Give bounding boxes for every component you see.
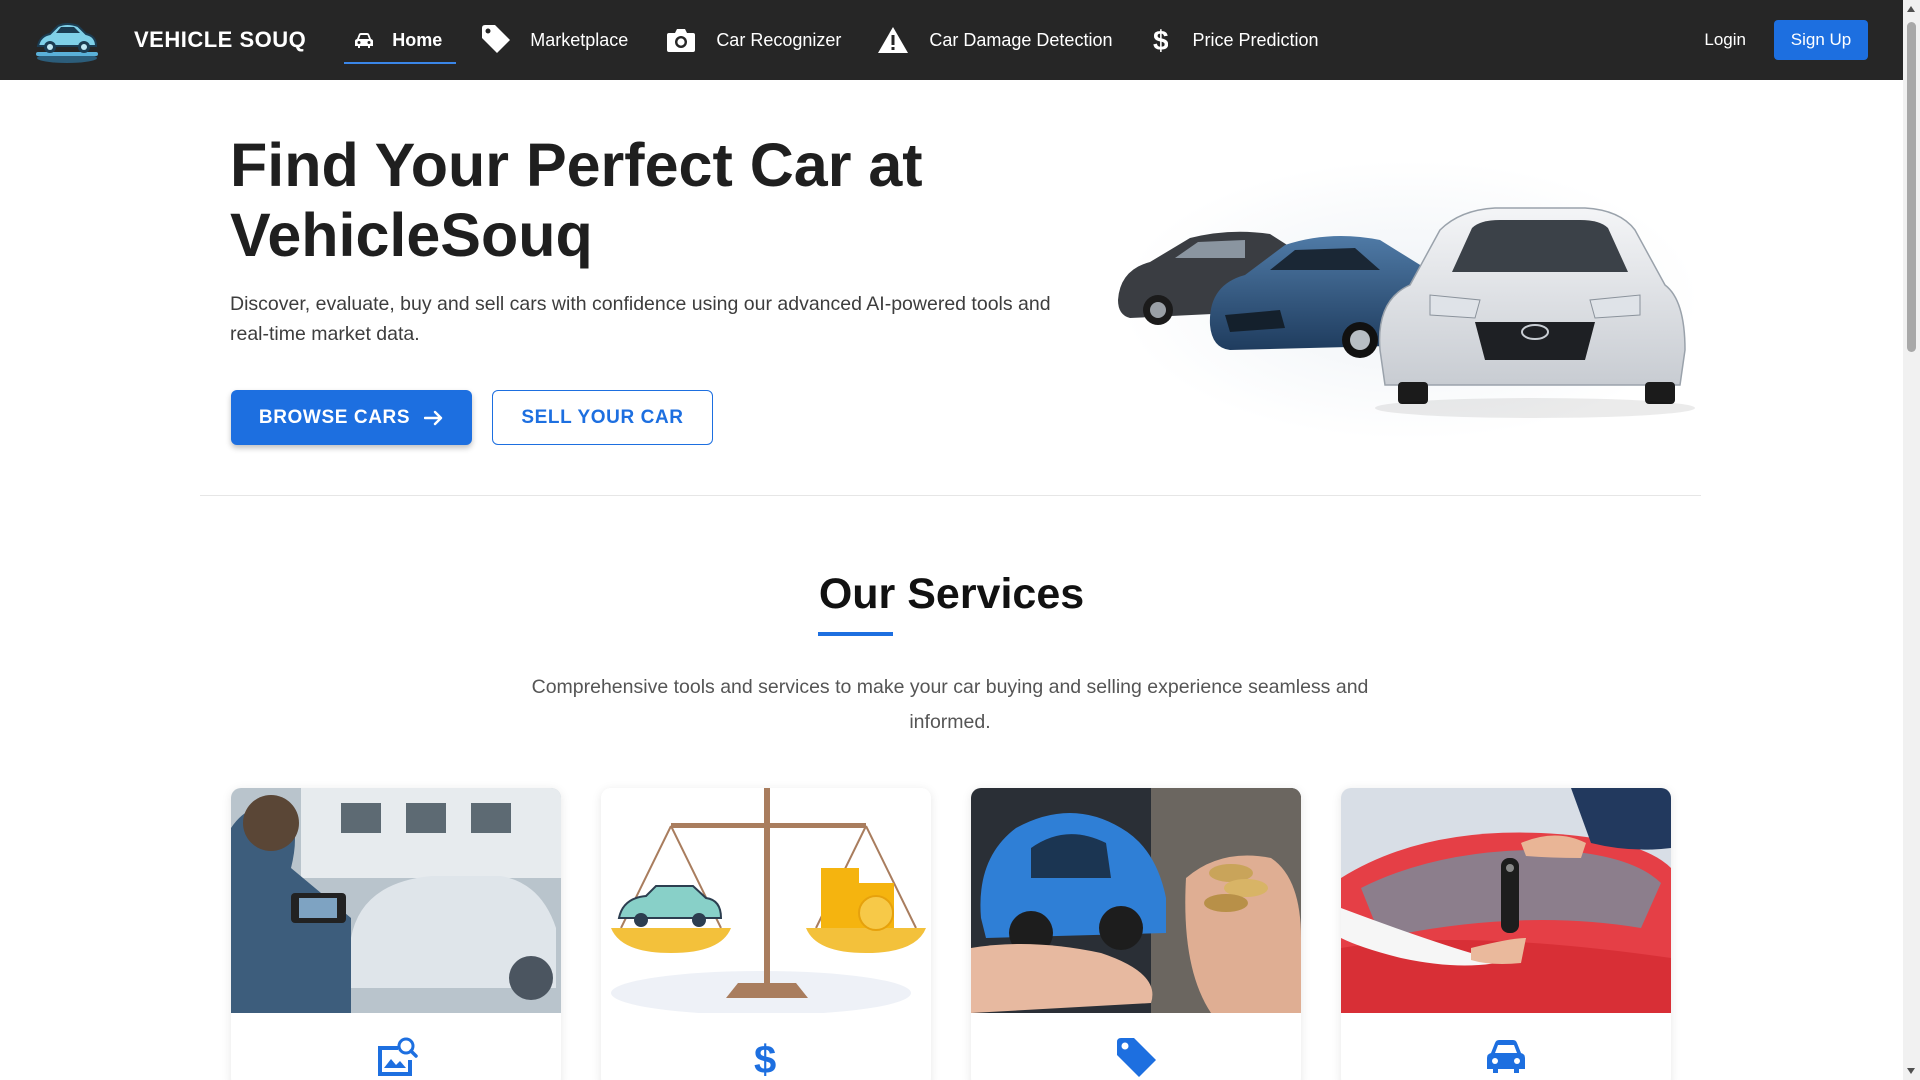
car-icon xyxy=(1487,1040,1525,1073)
dollar-icon: $ xyxy=(754,1038,776,1080)
image-search-icon xyxy=(378,1037,418,1076)
services-title: Our Services xyxy=(818,570,1085,618)
main-nav: Home Marketplace Car Recognizer Car Dama… xyxy=(344,0,1319,80)
dollar-icon: $ xyxy=(1152,25,1168,55)
nav-item-label: Car Recognizer xyxy=(716,29,842,50)
page-scrollbar[interactable] xyxy=(1903,0,1920,1080)
section-divider xyxy=(200,495,1701,496)
card-icon-wrap xyxy=(1341,1036,1671,1076)
svg-text:$: $ xyxy=(754,1038,776,1080)
service-card-price-prediction[interactable]: $ xyxy=(601,788,931,1080)
brand-name: VEHICLE SOUQ xyxy=(134,27,307,52)
service-card-marketplace[interactable] xyxy=(971,788,1301,1080)
tag-icon xyxy=(1117,1038,1156,1077)
browse-cars-label: BROWSE CARS xyxy=(258,406,411,428)
signup-button[interactable]: Sign Up xyxy=(1774,20,1868,60)
nav-item-price-prediction[interactable]: $ Price Prediction xyxy=(1152,0,1318,80)
scroll-down-arrow-icon[interactable] xyxy=(1907,1068,1915,1074)
brand[interactable]: VEHICLE SOUQ xyxy=(30,14,306,66)
top-navbar: VEHICLE SOUQ Home Marketplace Car Recogn… xyxy=(0,0,1903,80)
camera-icon xyxy=(666,27,696,53)
tag-icon xyxy=(480,25,512,55)
nav-item-car-recognizer[interactable]: Car Recognizer xyxy=(666,0,841,80)
service-card-sell-car[interactable] xyxy=(1341,788,1671,1080)
arrow-right-icon xyxy=(424,409,444,427)
warning-icon xyxy=(877,26,909,54)
auth-actions: Login Sign Up xyxy=(1704,20,1868,60)
nav-item-label: Price Prediction xyxy=(1192,29,1319,50)
scroll-thumb[interactable] xyxy=(1907,22,1916,352)
browse-cars-button[interactable]: BROWSE CARS xyxy=(231,390,472,445)
scroll-up-arrow-icon[interactable] xyxy=(1907,6,1915,12)
services-subtitle: Comprehensive tools and services to make… xyxy=(531,676,1369,733)
card-image-photographing-car xyxy=(231,788,561,1013)
brand-logo-icon xyxy=(36,23,98,63)
nav-item-label: Home xyxy=(392,29,443,50)
nav-item-label: Marketplace xyxy=(530,29,629,50)
card-image-balance-scale xyxy=(601,788,931,1013)
card-image-car-and-coins xyxy=(971,788,1301,1013)
nav-item-car-damage-detection[interactable]: Car Damage Detection xyxy=(877,0,1112,80)
card-icon-wrap xyxy=(231,1036,561,1080)
nav-item-marketplace[interactable]: Marketplace xyxy=(480,0,628,80)
hero-subtitle: Discover, evaluate, buy and sell cars wi… xyxy=(230,293,1051,345)
title-underline xyxy=(818,632,893,636)
hero-cars-image xyxy=(1118,160,1700,440)
hero-title: Find Your Perfect Car at VehicleSouq xyxy=(230,131,923,269)
svg-text:$: $ xyxy=(1153,25,1168,55)
card-image-key-handover xyxy=(1341,788,1671,1013)
login-link[interactable]: Login xyxy=(1704,30,1746,50)
card-icon-wrap xyxy=(971,1036,1301,1080)
nav-item-label: Car Damage Detection xyxy=(929,29,1113,50)
card-icon-wrap: $ xyxy=(601,1036,931,1080)
service-card-car-recognizer[interactable] xyxy=(231,788,561,1080)
sell-your-car-button[interactable]: SELL YOUR CAR xyxy=(492,390,713,445)
nav-item-home[interactable]: Home xyxy=(344,0,457,80)
car-icon xyxy=(354,31,374,49)
